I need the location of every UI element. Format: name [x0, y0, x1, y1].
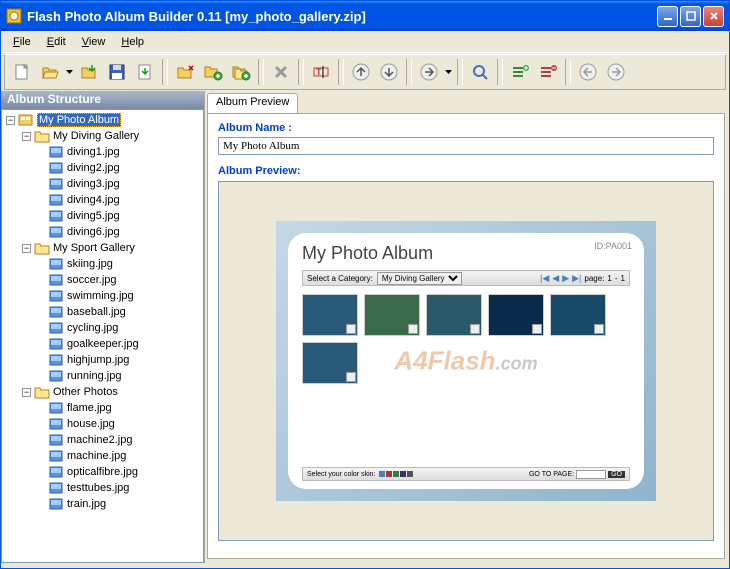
- thumbnail[interactable]: [488, 294, 544, 336]
- tree-item[interactable]: diving3.jpg: [4, 176, 201, 192]
- prev-page-icon[interactable]: ◀: [552, 273, 559, 284]
- tree-gallery[interactable]: −Other Photos: [4, 384, 201, 400]
- settings-remove-button[interactable]: [535, 59, 561, 85]
- color-swatch[interactable]: [393, 471, 399, 477]
- settings-add-button[interactable]: [507, 59, 533, 85]
- window-title: Flash Photo Album Builder 0.11 [my_photo…: [27, 9, 657, 24]
- last-page-icon[interactable]: ▶|: [572, 273, 581, 284]
- color-swatch[interactable]: [379, 471, 385, 477]
- tab-album-preview[interactable]: Album Preview: [207, 93, 298, 113]
- structure-header: Album Structure: [1, 91, 204, 109]
- app-icon: [6, 8, 22, 24]
- tree-item[interactable]: testtubes.jpg: [4, 480, 201, 496]
- tree-item[interactable]: cycling.jpg: [4, 320, 201, 336]
- next-dropdown[interactable]: [444, 59, 453, 85]
- delete-button[interactable]: [268, 59, 294, 85]
- toolbar: T: [4, 54, 726, 90]
- tree-gallery[interactable]: −My Diving Gallery: [4, 128, 201, 144]
- category-label: Select a Category:: [307, 274, 373, 283]
- maximize-button[interactable]: [680, 6, 701, 27]
- album-tree[interactable]: −My Photo Album−My Diving Gallerydiving1…: [1, 109, 204, 563]
- menu-view[interactable]: View: [74, 34, 114, 50]
- new-button[interactable]: [9, 59, 35, 85]
- menu-edit[interactable]: Edit: [39, 34, 74, 50]
- menu-file[interactable]: File: [5, 34, 39, 50]
- open-button[interactable]: [37, 59, 63, 85]
- tree-item[interactable]: machine.jpg: [4, 448, 201, 464]
- category-select[interactable]: My Diving Gallery: [377, 272, 462, 285]
- tree-item[interactable]: train.jpg: [4, 496, 201, 512]
- svg-text:T: T: [316, 67, 322, 77]
- tree-item[interactable]: running.jpg: [4, 368, 201, 384]
- album-name-label: Album Name :: [218, 122, 714, 134]
- album-preview-label: Album Preview:: [218, 165, 714, 177]
- tree-item[interactable]: machine2.jpg: [4, 432, 201, 448]
- goto-label: GO TO PAGE:: [529, 471, 574, 478]
- menu-help[interactable]: Help: [113, 34, 152, 50]
- tree-item[interactable]: flame.jpg: [4, 400, 201, 416]
- import-button[interactable]: [76, 59, 102, 85]
- tree-root[interactable]: −My Photo Album: [4, 112, 201, 128]
- first-page-icon[interactable]: |◀: [540, 273, 549, 284]
- thumbnail[interactable]: [302, 342, 358, 384]
- statusbar: [1, 563, 729, 568]
- album-frame: ID:PA001 My Photo Album Select a Categor…: [276, 221, 656, 501]
- page-current: 1: [607, 274, 611, 283]
- back-button[interactable]: [575, 59, 601, 85]
- forward-button[interactable]: [603, 59, 629, 85]
- thumbnail-grid: [302, 294, 630, 384]
- page-label: page:: [584, 274, 604, 283]
- tree-item[interactable]: diving6.jpg: [4, 224, 201, 240]
- tree-gallery[interactable]: −My Sport Gallery: [4, 240, 201, 256]
- tree-item[interactable]: house.jpg: [4, 416, 201, 432]
- rename-button[interactable]: T: [308, 59, 334, 85]
- thumbnail[interactable]: [426, 294, 482, 336]
- export-button[interactable]: [132, 59, 158, 85]
- next-page-icon[interactable]: ▶: [562, 273, 569, 284]
- menubar: File Edit View Help: [1, 31, 729, 53]
- goto-input[interactable]: [576, 470, 606, 479]
- open-dropdown[interactable]: [65, 59, 74, 85]
- goto-button[interactable]: GO: [608, 471, 625, 478]
- color-swatch[interactable]: [400, 471, 406, 477]
- tree-item[interactable]: diving2.jpg: [4, 160, 201, 176]
- tree-item[interactable]: opticalfibre.jpg: [4, 464, 201, 480]
- album-title: My Photo Album: [302, 243, 630, 264]
- tree-item[interactable]: soccer.jpg: [4, 272, 201, 288]
- color-swatch[interactable]: [407, 471, 413, 477]
- minimize-button[interactable]: [657, 6, 678, 27]
- color-swatch[interactable]: [386, 471, 392, 477]
- skin-label: Select your color skin:: [307, 471, 375, 478]
- tree-item[interactable]: diving1.jpg: [4, 144, 201, 160]
- album-id-label: ID:PA001: [594, 241, 632, 251]
- tree-item[interactable]: diving5.jpg: [4, 208, 201, 224]
- thumbnail[interactable]: [364, 294, 420, 336]
- page-total: 1: [621, 274, 625, 283]
- tree-item[interactable]: highjump.jpg: [4, 352, 201, 368]
- tree-item[interactable]: skiing.jpg: [4, 256, 201, 272]
- tree-item[interactable]: baseball.jpg: [4, 304, 201, 320]
- next-button[interactable]: [416, 59, 442, 85]
- up-button[interactable]: [348, 59, 374, 85]
- tree-item[interactable]: goalkeeper.jpg: [4, 336, 201, 352]
- add-folder-button[interactable]: [172, 59, 198, 85]
- close-button[interactable]: [703, 6, 724, 27]
- add-gallery-button[interactable]: [200, 59, 226, 85]
- add-album-button[interactable]: [228, 59, 254, 85]
- titlebar[interactable]: Flash Photo Album Builder 0.11 [my_photo…: [1, 1, 729, 31]
- tree-item[interactable]: swimming.jpg: [4, 288, 201, 304]
- down-button[interactable]: [376, 59, 402, 85]
- thumbnail[interactable]: [302, 294, 358, 336]
- preview-box: ID:PA001 My Photo Album Select a Categor…: [218, 181, 714, 541]
- thumbnail[interactable]: [550, 294, 606, 336]
- save-button[interactable]: [104, 59, 130, 85]
- tree-item[interactable]: diving4.jpg: [4, 192, 201, 208]
- preview-button[interactable]: [467, 59, 493, 85]
- album-name-input[interactable]: [218, 137, 714, 155]
